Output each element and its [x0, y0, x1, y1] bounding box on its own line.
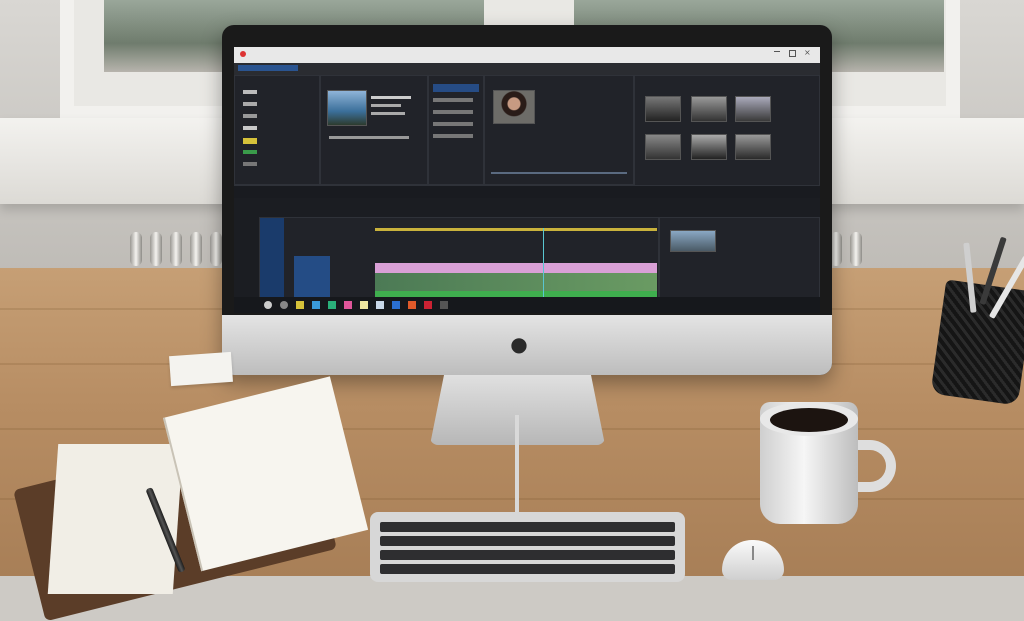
taskbar-icon[interactable]: [360, 301, 368, 309]
taskbar-icon[interactable]: [296, 301, 304, 309]
effects-panel[interactable]: [428, 75, 484, 185]
timeline-ruler[interactable]: [375, 228, 657, 231]
title-clip[interactable]: [375, 263, 657, 273]
app-icon: [240, 51, 246, 57]
taskbar: [234, 297, 820, 313]
program-preview[interactable]: [493, 90, 535, 124]
taskbar-icon[interactable]: [376, 301, 384, 309]
program-monitor[interactable]: [484, 75, 634, 185]
taskbar-icon[interactable]: [344, 301, 352, 309]
monitor-screen[interactable]: ×: [234, 47, 820, 313]
clip-thumbnail[interactable]: [670, 230, 716, 252]
source-panel[interactable]: [320, 75, 428, 185]
app-menu-bar: [234, 63, 820, 75]
monitor-chin: ●: [222, 315, 832, 375]
taskbar-icon[interactable]: [280, 301, 288, 309]
apple-logo-icon: ●: [510, 332, 528, 356]
taskbar-icon[interactable]: [264, 301, 272, 309]
taskbar-icon[interactable]: [424, 301, 432, 309]
minimize-icon[interactable]: [774, 51, 780, 52]
coffee-mug: [760, 402, 858, 524]
taskbar-icon[interactable]: [312, 301, 320, 309]
keyboard[interactable]: [370, 512, 685, 582]
media-browser-panel[interactable]: [634, 75, 820, 195]
taskbar-icon[interactable]: [408, 301, 416, 309]
power-cable: [515, 415, 519, 515]
imac-monitor: × ●: [222, 25, 832, 375]
source-thumbnail[interactable]: [327, 90, 367, 126]
app-title-bar: ×: [234, 47, 820, 63]
taskbar-icon[interactable]: [440, 301, 448, 309]
taskbar-icon[interactable]: [392, 301, 400, 309]
close-icon[interactable]: ×: [804, 48, 811, 57]
coffee: [770, 408, 848, 432]
tool-bar[interactable]: [234, 185, 820, 198]
menu-tab-active[interactable]: [238, 65, 298, 71]
notebook: [13, 376, 369, 621]
maximize-icon[interactable]: [789, 50, 796, 57]
sticky-note: [169, 351, 233, 387]
pen-holder: [930, 236, 1024, 406]
project-panel[interactable]: [234, 75, 320, 185]
taskbar-icon[interactable]: [328, 301, 336, 309]
video-clip[interactable]: [375, 273, 657, 291]
program-scrubber[interactable]: [491, 172, 627, 174]
